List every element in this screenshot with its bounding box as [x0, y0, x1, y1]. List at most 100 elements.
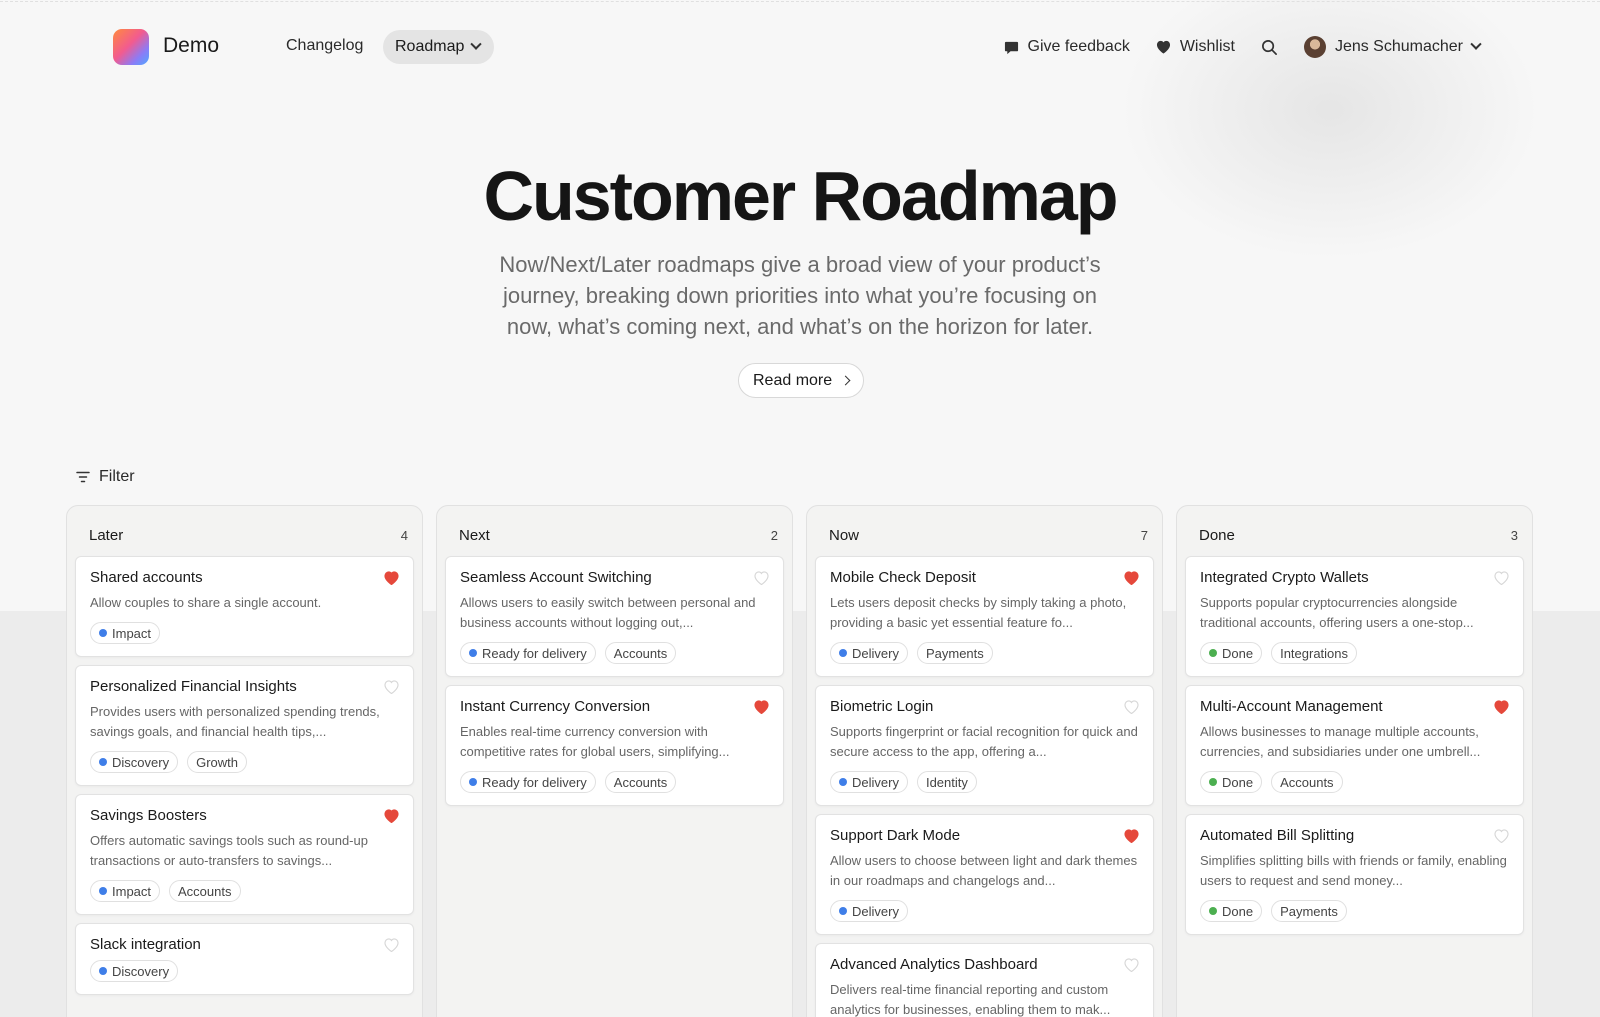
nav-roadmap-dropdown[interactable]: Roadmap	[383, 30, 495, 64]
card-title: Mobile Check Deposit	[830, 569, 976, 586]
tag-badge[interactable]: Done	[1200, 771, 1263, 793]
roadmap-card[interactable]: Slack integration Discovery	[75, 923, 414, 995]
card-description: Supports popular cryptocurrencies alongs…	[1200, 595, 1474, 630]
roadmap-card[interactable]: Seamless Account Switching Allows users t…	[445, 556, 784, 677]
tag-badge[interactable]: Accounts	[1271, 771, 1343, 793]
heart-outline-icon[interactable]	[1494, 571, 1509, 585]
give-feedback-button[interactable]: Give feedback	[1004, 38, 1130, 56]
tag-label: Payments	[1280, 903, 1338, 919]
top-header: Demo Changelog Roadmap Give feedback Wis…	[0, 0, 1600, 94]
card-tags: Ready for delivery Accounts	[460, 771, 769, 793]
tag-badge[interactable]: Ready for delivery	[460, 642, 596, 664]
tag-badge[interactable]: Impact	[90, 880, 161, 902]
roadmap-card[interactable]: Shared accounts Allow couples to share a …	[75, 556, 414, 657]
tag-label: Accounts	[178, 883, 232, 899]
heart-outline-icon[interactable]	[1124, 958, 1139, 972]
tag-badge[interactable]: Integrations	[1271, 642, 1358, 664]
chevron-right-icon	[840, 375, 851, 386]
roadmap-card[interactable]: Advanced Analytics Dashboard Delivers rea…	[815, 943, 1154, 1017]
heart-filled-icon[interactable]	[1124, 571, 1139, 585]
tag-badge[interactable]: Delivery	[830, 642, 908, 664]
roadmap-card[interactable]: Mobile Check Deposit Lets users deposit c…	[815, 556, 1154, 677]
heart-filled-icon[interactable]	[384, 809, 399, 823]
tag-label: Payments	[925, 645, 984, 661]
roadmap-card[interactable]: Multi-Account Management Allows businesse…	[1185, 685, 1524, 806]
tag-badge[interactable]: Payments	[916, 642, 993, 664]
heart-outline-icon[interactable]	[384, 938, 399, 952]
tag-label: Delivery	[852, 774, 899, 790]
column-title: Next	[459, 526, 490, 544]
nav-changelog-link[interactable]: Changelog	[286, 37, 363, 55]
card-title: Advanced Analytics Dashboard	[830, 956, 1038, 973]
tag-badge[interactable]: Discovery	[90, 960, 179, 982]
roadmap-card[interactable]: Instant Currency Conversion Enables real-…	[445, 685, 784, 806]
tag-badge[interactable]: Delivery	[830, 900, 908, 922]
tag-label: Ready for delivery	[482, 774, 587, 790]
status-dot	[1209, 907, 1217, 915]
column-count: 3	[1510, 527, 1518, 543]
status-dot	[839, 649, 847, 657]
filter-button[interactable]: Filter	[76, 468, 135, 486]
status-dot	[1209, 778, 1217, 786]
column-header: Later 4	[75, 506, 414, 556]
roadmap-card[interactable]: Biometric Login Supports fingerprint or f…	[815, 685, 1154, 806]
roadmap-card[interactable]: Savings Boosters Offers automatic savings…	[75, 794, 414, 915]
roadmap-card[interactable]: Automated Bill Splitting Simplifies split…	[1185, 814, 1524, 935]
heart-filled-icon[interactable]	[754, 700, 769, 714]
card-title: Support Dark Mode	[830, 827, 961, 844]
roadmap-column-next: Next 2 Seamless Account Switching Allows us…	[436, 505, 793, 1017]
card-tags: Impact Accounts	[90, 880, 399, 902]
roadmap-card[interactable]: Personalized Financial Insights Provides …	[75, 665, 414, 786]
tag-badge[interactable]: Payments	[1271, 900, 1347, 922]
tag-label: Accounts	[1280, 774, 1334, 790]
tag-label: Done	[1222, 645, 1254, 661]
tag-label: Impact	[112, 883, 152, 899]
tag-badge[interactable]: Growth	[187, 751, 247, 773]
tag-badge[interactable]: Accounts	[604, 642, 677, 664]
tag-label: Delivery	[852, 645, 899, 661]
column-count: 2	[770, 527, 778, 543]
column-count: 7	[1140, 527, 1148, 543]
roadmap-column-later: Later 4 Shared accounts Allow couples to sh…	[66, 505, 423, 1017]
tag-badge[interactable]: Identity	[916, 771, 977, 793]
read-more-button[interactable]: Read more	[738, 363, 865, 398]
heart-outline-icon[interactable]	[1124, 700, 1139, 714]
chevron-down-icon	[1470, 38, 1482, 50]
card-description: Delivers real-time financial reporting a…	[830, 982, 1111, 1017]
tag-badge[interactable]: Delivery	[830, 771, 908, 793]
tag-badge[interactable]: Ready for delivery	[460, 771, 596, 793]
tag-badge[interactable]: Accounts	[169, 880, 241, 902]
heart-filled-icon[interactable]	[1494, 700, 1509, 714]
card-description: Provides users with personalized spendin…	[90, 704, 380, 739]
card-tags: Discovery Growth	[90, 751, 399, 773]
card-description: Allow users to choose between light and …	[830, 853, 1138, 888]
status-dot	[469, 649, 477, 657]
column-title: Done	[1199, 526, 1235, 544]
column-title: Later	[89, 526, 124, 544]
tag-badge[interactable]: Discovery	[90, 751, 179, 773]
column-count: 4	[400, 527, 408, 543]
avatar	[1303, 36, 1326, 58]
tag-badge[interactable]: Done	[1200, 642, 1263, 664]
tag-label: Growth	[196, 754, 238, 770]
user-menu[interactable]: Jens Schumacher	[1303, 36, 1482, 58]
chevron-down-icon	[470, 38, 483, 50]
heart-filled-icon[interactable]	[384, 571, 399, 585]
search-button[interactable]	[1261, 39, 1278, 56]
tag-badge[interactable]: Accounts	[604, 771, 677, 793]
card-description: Enables real-time currency conversion wi…	[460, 724, 730, 759]
column-header: Now 7	[815, 506, 1154, 556]
heart-outline-icon[interactable]	[1494, 829, 1509, 843]
tag-label: Delivery	[852, 903, 899, 919]
wishlist-button[interactable]: Wishlist	[1156, 38, 1235, 56]
heart-filled-icon[interactable]	[1124, 829, 1139, 843]
tag-badge[interactable]: Impact	[90, 622, 161, 644]
brand-name[interactable]: Demo	[163, 34, 219, 58]
heart-outline-icon[interactable]	[754, 571, 769, 585]
tag-badge[interactable]: Done	[1200, 900, 1263, 922]
status-dot	[839, 907, 847, 915]
roadmap-card[interactable]: Integrated Crypto Wallets Supports popula…	[1185, 556, 1524, 677]
heart-outline-icon[interactable]	[384, 680, 399, 694]
brand-logo-icon[interactable]	[113, 29, 149, 65]
roadmap-card[interactable]: Support Dark Mode Allow users to choose b…	[815, 814, 1154, 935]
